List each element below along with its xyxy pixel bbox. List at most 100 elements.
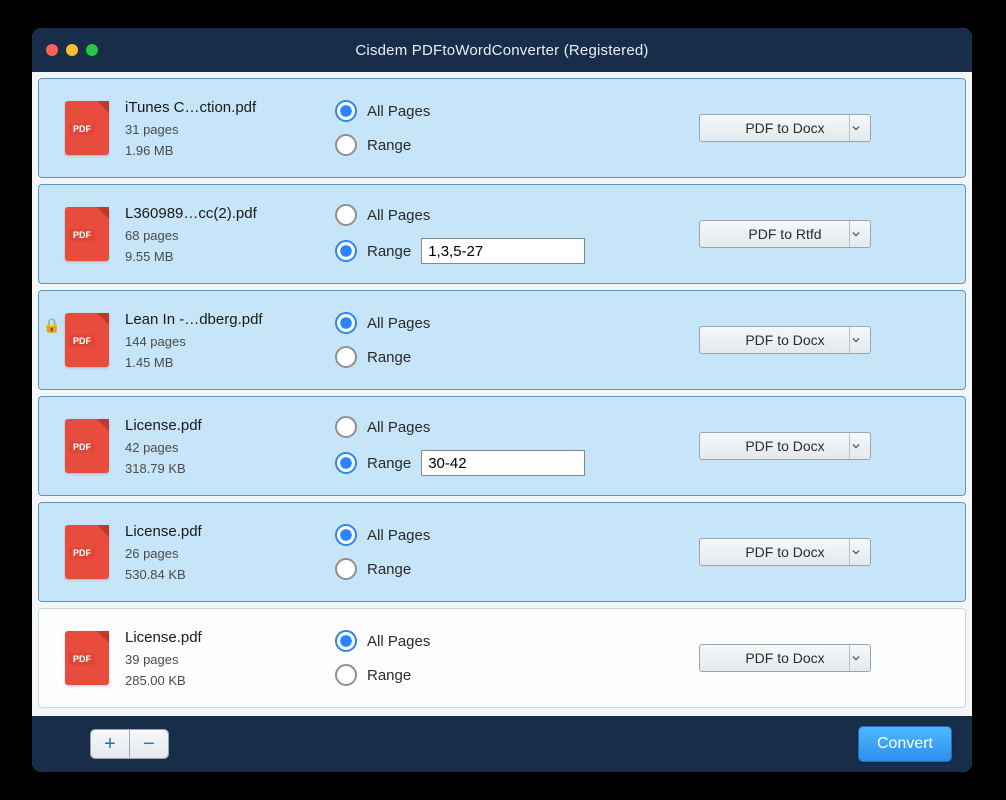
file-meta: Lean In -…dberg.pdf144 pages1.45 MB: [125, 311, 315, 370]
all-pages-label: All Pages: [367, 315, 430, 332]
titlebar: Cisdem PDFtoWordConverter (Registered): [32, 28, 972, 72]
radio-range[interactable]: [335, 240, 357, 262]
format-cell: PDF to Docx: [615, 538, 955, 566]
radio-all-pages[interactable]: [335, 204, 357, 226]
all-pages-option[interactable]: All Pages: [335, 630, 615, 652]
radio-range[interactable]: [335, 452, 357, 474]
format-dropdown[interactable]: PDF to Docx: [699, 326, 871, 354]
pdf-icon: [65, 207, 109, 261]
range-option[interactable]: Range: [335, 664, 615, 686]
all-pages-label: All Pages: [367, 527, 430, 544]
chevron-down-icon: [849, 221, 862, 247]
format-cell: PDF to Docx: [615, 326, 955, 354]
radio-range[interactable]: [335, 664, 357, 686]
file-name: iTunes C…ction.pdf: [125, 99, 315, 116]
format-dropdown-label: PDF to Docx: [745, 120, 824, 136]
file-name: License.pdf: [125, 417, 315, 434]
all-pages-label: All Pages: [367, 103, 430, 120]
range-input[interactable]: [421, 450, 585, 476]
range-label: Range: [367, 243, 411, 260]
range-label: Range: [367, 137, 411, 154]
zoom-icon[interactable]: [86, 44, 98, 56]
traffic-lights: [46, 44, 98, 56]
all-pages-option[interactable]: All Pages: [335, 312, 615, 334]
radio-all-pages[interactable]: [335, 312, 357, 334]
chevron-down-icon: [849, 539, 862, 565]
file-page-count: 39 pages: [125, 652, 315, 667]
file-meta: License.pdf42 pages318.79 KB: [125, 417, 315, 476]
file-name: License.pdf: [125, 523, 315, 540]
file-meta: iTunes C…ction.pdf 31 pages 1.96 MB: [125, 99, 315, 158]
chevron-down-icon: [849, 327, 862, 353]
convert-button[interactable]: Convert: [858, 726, 952, 762]
all-pages-option[interactable]: All Pages: [335, 416, 615, 438]
format-dropdown[interactable]: PDF to Docx: [699, 644, 871, 672]
page-options: All Pages Range: [315, 524, 615, 580]
minimize-icon[interactable]: [66, 44, 78, 56]
range-option[interactable]: Range: [335, 346, 615, 368]
minus-icon: −: [143, 733, 155, 756]
file-size: 285.00 KB: [125, 673, 315, 688]
radio-all-pages[interactable]: [335, 630, 357, 652]
range-label: Range: [367, 349, 411, 366]
radio-all-pages[interactable]: [335, 416, 357, 438]
all-pages-option[interactable]: All Pages: [335, 204, 615, 226]
format-dropdown[interactable]: PDF to Docx: [699, 114, 871, 142]
file-page-count: 26 pages: [125, 546, 315, 561]
format-dropdown[interactable]: PDF to Rtfd: [699, 220, 871, 248]
format-dropdown-label: PDF to Docx: [745, 332, 824, 348]
range-option[interactable]: Range: [335, 134, 615, 156]
file-row[interactable]: 🔒 Lean In -…dberg.pdf144 pages1.45 MB All …: [38, 290, 966, 390]
file-list: iTunes C…ction.pdf 31 pages 1.96 MB All Pag…: [32, 72, 972, 716]
all-pages-label: All Pages: [367, 207, 430, 224]
range-label: Range: [367, 561, 411, 578]
add-file-button[interactable]: +: [91, 730, 129, 758]
range-option[interactable]: Range: [335, 450, 615, 476]
pdf-icon: [65, 313, 109, 367]
remove-file-button[interactable]: −: [129, 730, 168, 758]
format-dropdown-label: PDF to Docx: [745, 544, 824, 560]
radio-all-pages[interactable]: [335, 100, 357, 122]
file-meta: License.pdf39 pages285.00 KB: [125, 629, 315, 688]
file-icon-cell: [49, 419, 125, 473]
range-option[interactable]: Range: [335, 558, 615, 580]
close-icon[interactable]: [46, 44, 58, 56]
file-row[interactable]: License.pdf42 pages318.79 KBAll PagesRan…: [38, 396, 966, 496]
file-page-count: 42 pages: [125, 440, 315, 455]
format-dropdown[interactable]: PDF to Docx: [699, 538, 871, 566]
file-row[interactable]: L360989…cc(2).pdf68 pages9.55 MBAll Page…: [38, 184, 966, 284]
page-options: All Pages Range: [315, 204, 615, 264]
radio-range[interactable]: [335, 346, 357, 368]
range-label: Range: [367, 667, 411, 684]
file-page-count: 31 pages: [125, 122, 315, 137]
add-remove-group: + −: [90, 729, 169, 759]
format-dropdown[interactable]: PDF to Docx: [699, 432, 871, 460]
radio-range[interactable]: [335, 558, 357, 580]
footer: + − Convert: [32, 716, 972, 772]
range-label: Range: [367, 455, 411, 472]
file-size: 1.45 MB: [125, 355, 315, 370]
file-icon-cell: [49, 101, 125, 155]
format-cell: PDF to Docx: [615, 432, 955, 460]
file-meta: License.pdf26 pages530.84 KB: [125, 523, 315, 582]
format-dropdown-label: PDF to Rtfd: [748, 226, 821, 242]
format-cell: PDF to Docx: [615, 114, 955, 142]
file-row[interactable]: License.pdf26 pages530.84 KBAll PagesRan…: [38, 502, 966, 602]
range-input[interactable]: [421, 238, 585, 264]
pdf-icon: [65, 419, 109, 473]
all-pages-option[interactable]: All Pages: [335, 524, 615, 546]
chevron-down-icon: [849, 645, 862, 671]
range-option[interactable]: Range: [335, 238, 615, 264]
file-row[interactable]: iTunes C…ction.pdf 31 pages 1.96 MB All Pag…: [38, 78, 966, 178]
pdf-icon: [65, 101, 109, 155]
radio-range[interactable]: [335, 134, 357, 156]
file-row[interactable]: License.pdf39 pages285.00 KBAll PagesRan…: [38, 608, 966, 708]
lock-icon: 🔒: [43, 317, 60, 334]
all-pages-option[interactable]: All Pages: [335, 100, 615, 122]
file-size: 1.96 MB: [125, 143, 315, 158]
file-icon-cell: [49, 631, 125, 685]
plus-icon: +: [104, 733, 116, 756]
radio-all-pages[interactable]: [335, 524, 357, 546]
file-name: L360989…cc(2).pdf: [125, 205, 315, 222]
pdf-icon: [65, 525, 109, 579]
